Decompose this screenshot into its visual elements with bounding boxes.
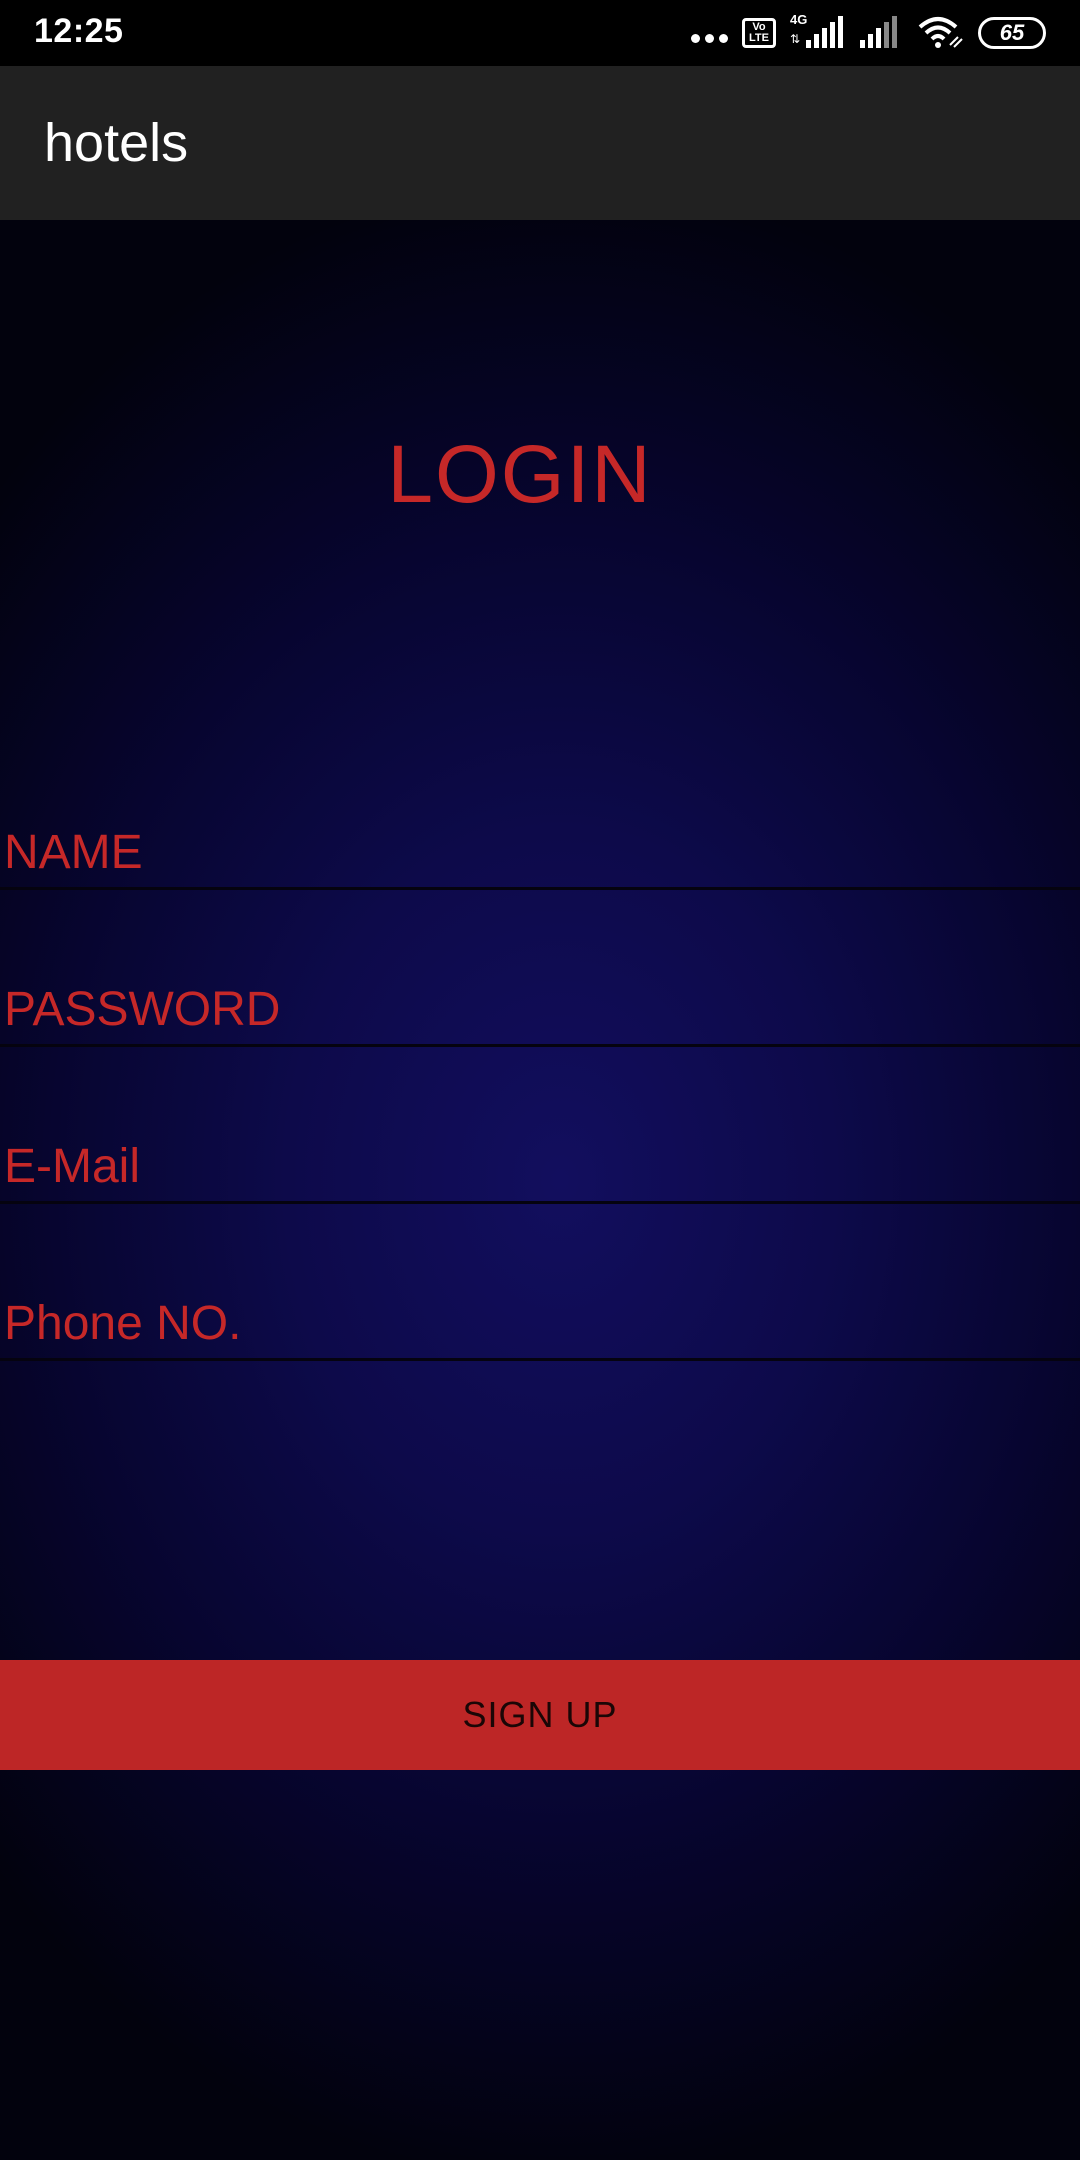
phone-field	[0, 1291, 1080, 1361]
screen: 12:25 Vo LTE 4G ⇅ 65 hotels LOGIN NAME E…	[0, 0, 1080, 2160]
status-icons: Vo LTE 4G ⇅ 65	[691, 12, 1046, 52]
phone-input[interactable]	[0, 1291, 1080, 1355]
app-bar: hotels	[0, 66, 1080, 220]
password-field	[0, 977, 1080, 1047]
name-input[interactable]	[0, 820, 1080, 884]
email-field	[0, 1134, 1080, 1204]
name-field	[0, 820, 1080, 890]
signal-4g-icon: 4G ⇅	[790, 12, 846, 50]
signal-icon	[860, 16, 897, 48]
status-time: 12:25	[34, 12, 124, 50]
volte-icon: Vo LTE	[742, 18, 776, 48]
app-title: hotels	[44, 113, 189, 173]
status-bar: 12:25 Vo LTE 4G ⇅ 65	[0, 0, 1080, 66]
sign-up-button[interactable]: SIGN UP	[0, 1660, 1080, 1770]
login-heading: LOGIN	[387, 429, 653, 520]
more-dots-icon	[691, 33, 728, 43]
email-input[interactable]	[0, 1134, 1080, 1198]
battery-level: 65	[999, 20, 1025, 45]
wifi-icon	[918, 17, 963, 48]
password-input[interactable]	[0, 977, 1080, 1041]
battery-icon: 65	[978, 17, 1046, 49]
login-form: LOGIN SIGN UP	[0, 220, 1080, 2160]
